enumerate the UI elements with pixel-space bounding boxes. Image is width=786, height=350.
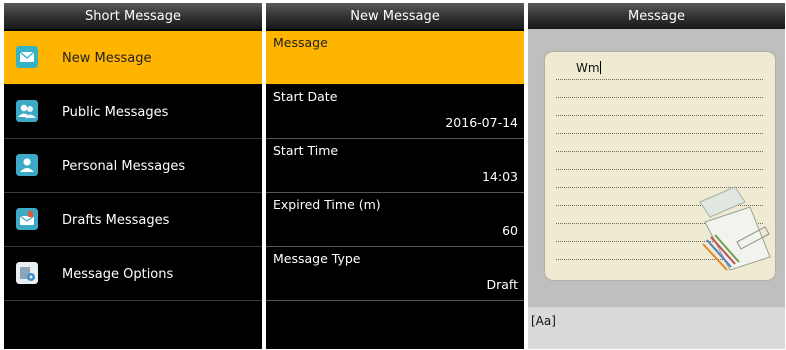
menu-item-personal-messages[interactable]: Personal Messages	[4, 139, 262, 192]
expired-time-value: 60	[502, 223, 518, 238]
drafts-messages-icon	[16, 208, 38, 230]
message-label: Message	[273, 35, 328, 50]
message-text-area[interactable]: Wm	[545, 52, 775, 280]
start-date-label: Start Date	[273, 89, 338, 104]
divider	[266, 300, 524, 301]
start-date-field[interactable]: Start Date 2016-07-14	[266, 85, 524, 138]
message-title: Message	[528, 3, 785, 29]
expired-time-label: Expired Time (m)	[273, 197, 381, 212]
menu-item-label: Message Options	[62, 267, 174, 282]
note-rule	[556, 79, 763, 80]
message-type-value: Draft	[486, 277, 518, 292]
note-rule	[556, 97, 763, 98]
message-field[interactable]: Message	[266, 31, 524, 84]
start-time-field[interactable]: Start Time 14:03	[266, 139, 524, 192]
menu-item-label: Personal Messages	[62, 159, 186, 174]
expired-time-field[interactable]: Expired Time (m) 60	[266, 193, 524, 246]
menu-item-label: Drafts Messages	[62, 213, 170, 228]
start-time-value: 14:03	[481, 169, 518, 184]
start-date-value: 2016-07-14	[445, 115, 518, 130]
input-mode-indicator[interactable]: [Aa]	[531, 314, 556, 328]
menu-item-new-message[interactable]: New Message	[4, 31, 262, 84]
menu-item-message-options[interactable]: Message Options	[4, 247, 262, 300]
new-message-title: New Message	[266, 3, 524, 29]
start-time-label: Start Time	[273, 143, 339, 158]
note-rule	[556, 133, 763, 134]
input-mode-bar: [Aa]	[528, 307, 785, 349]
divider	[4, 300, 262, 301]
new-message-panel: New Message Message Start Date 2016-07-1…	[266, 3, 524, 349]
message-type-label: Message Type	[273, 251, 361, 266]
stationery-icon	[699, 186, 771, 271]
menu-item-drafts-messages[interactable]: Drafts Messages	[4, 193, 262, 246]
message-options-icon	[16, 262, 38, 284]
menu-item-public-messages[interactable]: Public Messages	[4, 85, 262, 138]
short-message-title: Short Message	[4, 3, 262, 29]
menu-item-label: New Message	[62, 51, 152, 66]
message-panel: Message Wm [Aa]	[528, 3, 785, 349]
short-message-panel: Short Message New Message Public Message…	[4, 3, 262, 349]
menu-item-label: Public Messages	[62, 105, 169, 120]
message-text: Wm	[576, 61, 601, 75]
text-cursor	[599, 61, 601, 74]
note-rule	[556, 169, 763, 170]
message-type-field[interactable]: Message Type Draft	[266, 247, 524, 300]
personal-messages-icon	[16, 154, 38, 176]
note-rule	[556, 115, 763, 116]
note-rule	[556, 151, 763, 152]
public-messages-icon	[16, 100, 38, 122]
new-message-icon	[16, 46, 38, 68]
message-text-value: Wm	[576, 61, 600, 75]
